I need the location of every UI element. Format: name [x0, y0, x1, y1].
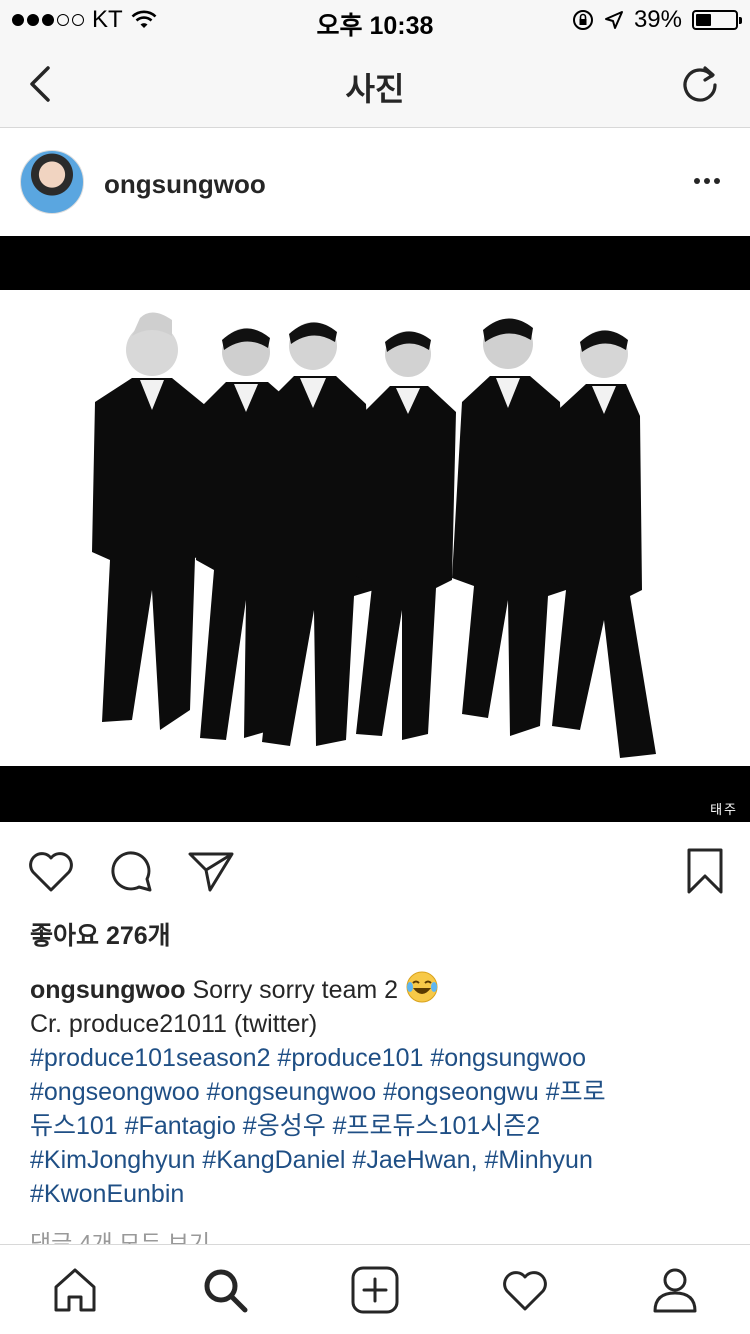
caption-credit: Cr. produce21011 (twitter) [30, 1010, 318, 1038]
hashtag-line[interactable]: #KwonEunbin [30, 1177, 730, 1211]
share-paper-plane-icon[interactable] [186, 846, 236, 896]
bottom-tab-bar [0, 1244, 750, 1334]
photo-content [0, 290, 750, 766]
caption-username[interactable]: ongsungwoo [30, 976, 186, 1004]
search-icon[interactable] [200, 1265, 250, 1315]
post-caption: ongsungwoo Sorry sorry team 2 Cr. produc… [30, 970, 730, 1211]
photo-watermark: 태주 [710, 802, 738, 817]
post-photo[interactable]: 태주 [0, 236, 750, 822]
status-right: 39% [572, 6, 742, 34]
battery-percent: 39% [633, 6, 682, 33]
like-heart-icon[interactable] [26, 846, 76, 896]
avatar[interactable] [20, 150, 84, 214]
activity-heart-icon[interactable] [500, 1265, 550, 1315]
page-title: 사진 [345, 71, 405, 107]
post-actions [0, 822, 750, 918]
navigation-bar: 사진 [0, 40, 750, 128]
caption-hashtags[interactable]: #produce101season2 #produce101 #ongsungw… [30, 1041, 730, 1211]
post-username[interactable]: ongsungwoo [104, 169, 266, 200]
hashtag-line[interactable]: #produce101season2 #produce101 #ongsungw… [30, 1041, 730, 1075]
add-post-icon[interactable] [350, 1265, 400, 1315]
status-bar: KT 오후 10:38 39% [0, 0, 750, 40]
hashtag-line[interactable]: 듀스101 #Fantagio #옹성우 #프로듀스101시즌2 [30, 1109, 730, 1143]
caption-first-line: ongsungwoo Sorry sorry team 2 [30, 970, 730, 1007]
more-options-button[interactable] [692, 169, 722, 193]
orientation-lock-icon [572, 10, 593, 30]
tears-of-joy-emoji-icon [406, 971, 438, 1003]
hashtag-line[interactable]: #ongseongwoo #ongseungwoo #ongseongwu #프… [30, 1075, 730, 1109]
home-icon[interactable] [50, 1265, 100, 1315]
profile-icon[interactable] [650, 1265, 700, 1315]
save-bookmark-icon[interactable] [680, 846, 730, 896]
likes-count[interactable]: 좋아요 276개 [30, 916, 171, 952]
group-photo-illustration [92, 312, 656, 758]
battery-level-fill [696, 14, 711, 26]
battery-icon [692, 10, 742, 30]
location-arrow-icon [604, 11, 623, 29]
comment-bubble-icon[interactable] [106, 846, 156, 896]
hashtag-line[interactable]: #KimJonghyun #KangDaniel #JaeHwan, #Minh… [30, 1143, 730, 1177]
refresh-icon[interactable] [678, 62, 722, 106]
caption-text: Sorry sorry team 2 [192, 976, 399, 1004]
post-header: ongsungwoo [0, 129, 750, 235]
